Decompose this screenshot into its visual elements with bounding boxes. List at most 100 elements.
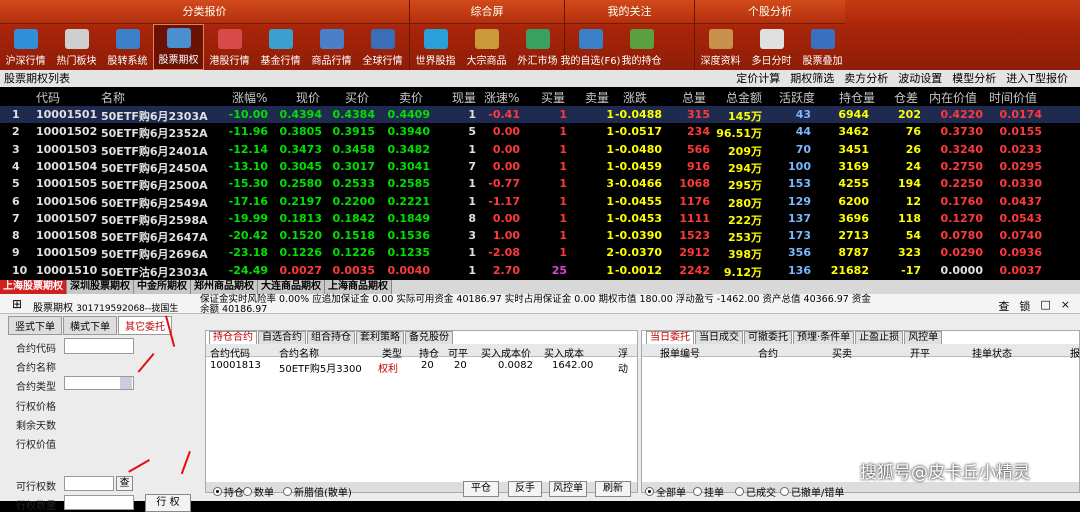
column-header[interactable]: 卖量: [585, 89, 609, 106]
column-header[interactable]: 开平: [910, 345, 930, 360]
column-header[interactable]: 卖价: [399, 89, 423, 106]
column-header[interactable]: 合约代码: [210, 345, 250, 360]
exchange-tab[interactable]: 大连商品期权: [258, 280, 325, 294]
action-button[interactable]: 反手: [508, 481, 542, 497]
column-header[interactable]: 可平: [448, 345, 468, 360]
lock-icon[interactable]: 锁: [1019, 298, 1030, 314]
orders-tab[interactable]: 预埋·条件单: [793, 331, 855, 344]
column-header[interactable]: 现价: [296, 89, 320, 106]
column-header[interactable]: 买入成本价: [481, 345, 531, 360]
expand-icon[interactable]: ⊞: [12, 297, 22, 311]
column-header[interactable]: 报: [1070, 345, 1080, 360]
column-header[interactable]: 名称: [101, 89, 125, 106]
column-header[interactable]: 涨速%: [484, 89, 519, 106]
table-row[interactable]: 10001813 50ETF购5月3300 权利 20 20 0.0082 1642.00: [206, 359, 637, 375]
radio-option[interactable]: 已成交: [735, 484, 776, 499]
column-header[interactable]: 挂单状态: [972, 345, 1012, 360]
order-form-tab[interactable]: 竖式下单: [8, 316, 62, 335]
radio-option[interactable]: 已撤单/错单: [780, 484, 844, 499]
orders-tab[interactable]: 当日成交: [695, 331, 743, 344]
list-tool-link[interactable]: 期权筛选: [790, 70, 834, 87]
exchange-tab[interactable]: 中金所期权: [134, 280, 191, 294]
column-header[interactable]: 总金额: [726, 89, 762, 106]
toolbar-item[interactable]: 港股行情: [204, 24, 255, 70]
table-row[interactable]: 9 10001509 50ETF购6月2696A -23.18 0.1226 0.1226…: [0, 244, 1080, 261]
toolbar-item[interactable]: 股票叠加: [797, 24, 848, 70]
radio-icon[interactable]: [735, 487, 744, 496]
toolbar-item[interactable]: 多日分时: [746, 24, 797, 70]
column-header[interactable]: 活跃度: [779, 89, 815, 106]
column-header[interactable]: 涨跌: [623, 89, 647, 106]
orders-tab[interactable]: 风控单: [904, 331, 943, 344]
action-button[interactable]: 平仓: [463, 481, 499, 497]
exercise-qty-input[interactable]: [64, 495, 134, 510]
column-header[interactable]: 持仓量: [839, 89, 875, 106]
toolbar-item[interactable]: 沪深行情: [0, 24, 51, 70]
exchange-tab[interactable]: 上海商品期权: [325, 280, 392, 294]
contract-type-select[interactable]: [64, 376, 134, 390]
orders-tab[interactable]: 止盈止损: [855, 331, 904, 344]
chevron-down-icon[interactable]: [120, 377, 132, 389]
toolbar-item[interactable]: 全球行情: [357, 24, 408, 70]
table-row[interactable]: 4 10001504 50ETF购6月2450A -13.10 0.3045 0.3017…: [0, 158, 1080, 175]
column-header[interactable]: 合约: [758, 345, 778, 360]
action-button[interactable]: 风控单: [549, 481, 587, 497]
column-header[interactable]: 买入成本: [544, 345, 584, 360]
orders-tab[interactable]: 可撤委托: [744, 331, 792, 344]
radio-option[interactable]: 挂单: [693, 484, 724, 499]
table-row[interactable]: 3 10001503 50ETF购6月2401A -12.14 0.3473 0.3458…: [0, 141, 1080, 158]
radio-option[interactable]: 数单: [243, 484, 274, 499]
positions-tab[interactable]: 自选合约: [258, 331, 306, 344]
column-header[interactable]: 报单编号: [660, 345, 700, 360]
toolbar-item[interactable]: 热门板块: [51, 24, 102, 70]
order-form-tab[interactable]: 其它委托: [118, 316, 172, 335]
action-button[interactable]: 刷新: [595, 481, 631, 497]
table-row[interactable]: 6 10001506 50ETF购6月2549A -17.16 0.2197 0.2200…: [0, 193, 1080, 210]
column-header[interactable]: 合约名称: [279, 345, 319, 360]
toolbar-item[interactable]: 股票期权: [153, 24, 204, 70]
column-header[interactable]: 买量: [541, 89, 565, 106]
radio-icon[interactable]: [213, 487, 222, 496]
positions-tab[interactable]: 组合持仓: [307, 331, 355, 344]
toolbar-item[interactable]: 大宗商品: [461, 24, 512, 70]
positions-tab[interactable]: 备兑股份: [405, 331, 453, 344]
column-header[interactable]: 涨幅%: [232, 89, 267, 106]
table-row[interactable]: 2 10001502 50ETF购6月2352A -11.96 0.3805 0.3915…: [0, 123, 1080, 140]
positions-tab[interactable]: 持仓合约: [209, 331, 257, 344]
radio-option[interactable]: 持仓: [213, 484, 244, 499]
list-tool-link[interactable]: 波动设置: [898, 70, 942, 87]
toolbar-item[interactable]: 我的自选(F6): [561, 24, 620, 70]
column-header[interactable]: 内在价值: [929, 89, 977, 106]
toolbar-item[interactable]: 股转系统: [102, 24, 153, 70]
query-button[interactable]: 查: [116, 476, 133, 491]
table-row[interactable]: 8 10001508 50ETF购6月2647A -20.42 0.1520 0.1518…: [0, 227, 1080, 244]
column-header[interactable]: 类型: [382, 345, 402, 360]
column-header[interactable]: 时间价值: [989, 89, 1037, 106]
toolbar-item[interactable]: 商品行情: [306, 24, 357, 70]
table-row[interactable]: 7 10001507 50ETF购6月2598A -19.99 0.1813 0.1842…: [0, 210, 1080, 227]
column-header[interactable]: 现量: [452, 89, 476, 106]
radio-option[interactable]: 新腊值(散单): [283, 484, 352, 499]
toolbar-item[interactable]: 深度资料: [695, 24, 746, 70]
orders-tab[interactable]: 当日委托: [646, 331, 694, 344]
order-form-tab[interactable]: 横式下单: [63, 316, 117, 335]
list-tool-link[interactable]: 定价计算: [736, 70, 780, 87]
column-header[interactable]: 代码: [36, 89, 60, 106]
list-tool-link[interactable]: 卖方分析: [844, 70, 888, 87]
table-row[interactable]: 5 10001505 50ETF购6月2500A -15.30 0.2580 0.2533…: [0, 175, 1080, 192]
column-header[interactable]: 持仓: [419, 345, 439, 360]
radio-icon[interactable]: [693, 487, 702, 496]
toolbar-item[interactable]: 外汇市场: [512, 24, 563, 70]
exchange-tab[interactable]: 郑州商品期权: [191, 280, 258, 294]
maximize-icon[interactable]: □: [1040, 298, 1050, 314]
radio-icon[interactable]: [243, 487, 252, 496]
table-row[interactable]: 1 10001501 50ETF购6月2303A -10.00 0.4394 0.4384…: [0, 106, 1080, 124]
toolbar-item[interactable]: 我的持仓: [616, 24, 667, 70]
exchange-tab[interactable]: 深圳股票期权: [67, 280, 134, 294]
column-header[interactable]: 买价: [345, 89, 369, 106]
radio-option[interactable]: 全部单: [645, 484, 686, 499]
radio-icon[interactable]: [780, 487, 789, 496]
contract-code-input[interactable]: [64, 338, 134, 354]
exchange-tab[interactable]: 上海股票期权: [0, 280, 67, 294]
list-tool-link[interactable]: 模型分析: [952, 70, 996, 87]
